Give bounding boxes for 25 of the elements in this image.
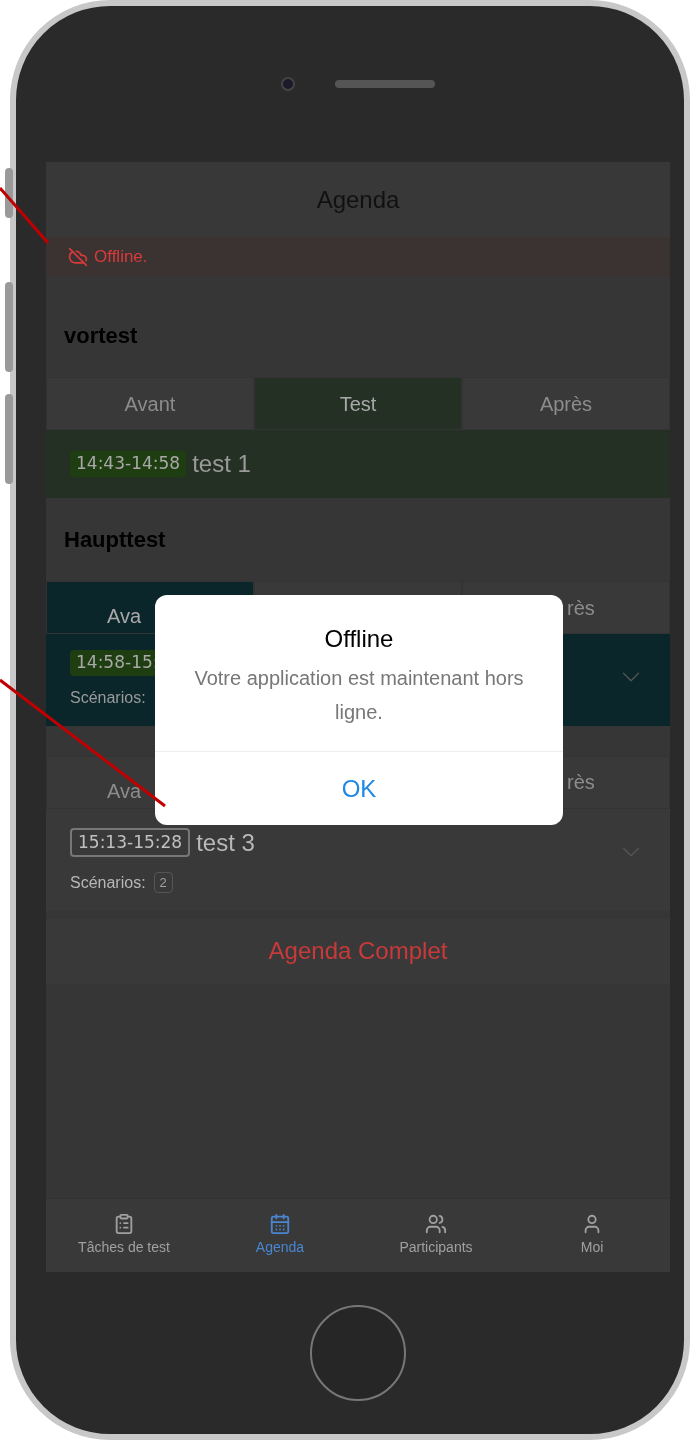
- camera-icon: [281, 77, 295, 91]
- tasks-icon: [113, 1213, 135, 1235]
- scenarios-count: 2: [153, 871, 173, 894]
- people-icon: [425, 1213, 447, 1235]
- tab-bar-item[interactable]: Agenda: [202, 1199, 358, 1272]
- cloud-off-icon: [68, 247, 88, 267]
- dialog-title: Offline: [323, 625, 395, 653]
- segment-tab[interactable]: Avant: [46, 377, 254, 430]
- time-badge: 14:43-14:58: [70, 451, 187, 477]
- item-title: test 1: [192, 449, 251, 479]
- tab-bar-item[interactable]: Moi: [514, 1199, 670, 1272]
- calendar-icon: [269, 1213, 291, 1235]
- tab-bar-item[interactable]: Participants: [358, 1199, 514, 1272]
- item-title: test 3: [196, 827, 255, 858]
- time-badge: 15:13-15:28: [70, 827, 191, 858]
- offline-text: Offline.: [94, 246, 148, 269]
- ok-button[interactable]: OK: [155, 751, 563, 825]
- schedule-row[interactable]: 14:43-14:58 test 1: [46, 430, 670, 498]
- scenarios-label: Scénarios:: [70, 687, 146, 708]
- dialog-message: Votre application est maintenant hors ligne.: [193, 666, 525, 725]
- tab-bar-item[interactable]: Tâches de test: [46, 1199, 202, 1272]
- leader-line: [0, 187, 50, 244]
- segment-tab[interactable]: Après: [462, 377, 670, 430]
- scenarios-label: Scénarios:: [70, 872, 146, 893]
- segment-tab[interactable]: Test: [254, 377, 462, 430]
